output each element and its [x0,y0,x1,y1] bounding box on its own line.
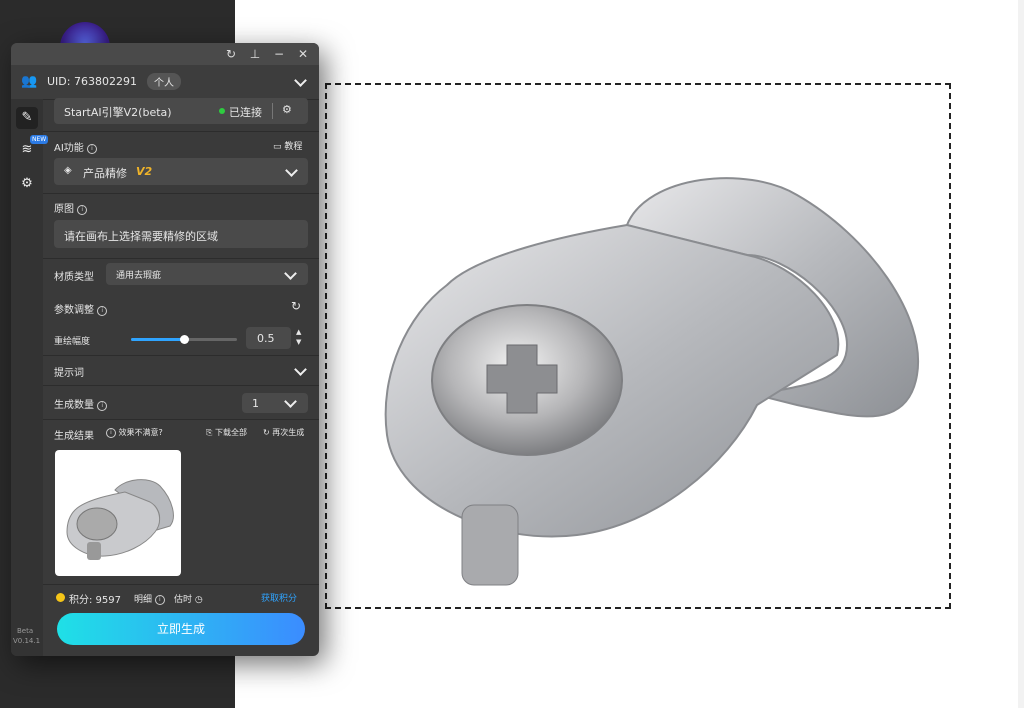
details-text: 明细 [134,595,153,605]
edit-icon[interactable]: ✎ [16,107,38,129]
plugin-panel: ↻ ⊥ − ✕ 👥 UID: 763802291 个人 ✎ ≋ NEW ⚙ Bet… [11,43,319,656]
sidebar: ✎ ≋ NEW ⚙ Beta V0.14.1 [11,99,49,656]
material-select[interactable]: 通用去瑕疵 [106,263,308,285]
title-bar: ↻ ⊥ − ✕ [11,43,319,65]
account-row[interactable]: 👥 UID: 763802291 个人 [11,65,319,100]
feedback-link[interactable]: i 效果不满意? [106,427,163,438]
version-tag: V2 [136,165,153,178]
hint-label: 提示词 [54,368,84,379]
status-dot [219,108,225,114]
uid-text: UID: 763802291 [47,75,137,88]
info-icon[interactable]: i [97,401,108,411]
divider [43,131,319,132]
original-label-text: 原图 [54,204,74,215]
params-label: 参数调整 i [54,301,108,316]
divider [43,385,319,386]
count-label-text: 生成数量 [54,400,94,411]
chevron-down-icon[interactable] [284,267,297,280]
ai-function-label-text: AI功能 [54,143,84,154]
tutorial-link[interactable]: ▭ 教程 [273,139,302,152]
count-value: 1 [252,397,259,410]
result-thumbnail[interactable] [55,450,181,576]
results-label: 生成结果 [54,431,94,442]
divider [43,419,319,420]
divider [272,103,273,119]
generate-button[interactable]: 立即生成 [57,613,305,645]
account-type-badge: 个人 [147,73,181,90]
info-icon[interactable]: i [86,144,97,154]
version-label: V0.14.1 [13,637,41,645]
generate-button-label: 立即生成 [156,622,205,636]
divider [43,258,319,259]
canvas-selection[interactable] [325,83,951,609]
regenerate-text: 再次生成 [272,428,305,437]
ai-function-label: AI功能 i [54,139,97,154]
product-image [384,177,920,586]
info-icon[interactable]: i [77,205,88,215]
stepper-icon[interactable]: ▲ ▼ [296,327,301,347]
layers-icon[interactable]: ≋ NEW [16,135,49,161]
redraw-value-input[interactable]: 0.5 [246,327,291,349]
points-coin-icon [56,593,65,602]
clock-icon: ◷ [194,595,203,605]
original-prompt-text: 请在画布上选择需要精修的区域 [64,230,218,243]
regenerate-icon: ↻ [263,428,270,437]
beta-label: Beta [17,627,34,635]
info-icon: i [154,595,165,605]
points-details-link[interactable]: 明细 i [134,592,165,605]
count-select[interactable]: 1 [242,393,308,413]
book-icon: ▭ [273,142,282,152]
chevron-down-icon[interactable] [285,164,298,177]
ai-function-select[interactable]: ◈ 产品精修 V2 [54,158,308,185]
thumbnail-image [66,479,174,560]
original-label: 原图 i [54,200,88,215]
slider-thumb[interactable] [180,335,189,344]
close-icon[interactable]: ✕ [295,46,311,62]
feedback-text: 效果不满意? [118,428,163,437]
tutorial-text: 教程 [284,142,303,152]
minimize-icon[interactable]: − [271,46,287,62]
ai-function-value: 产品精修 [83,167,127,180]
points-text: 积分: 9597 [69,595,121,606]
download-all-button[interactable]: ⎘ 下载全部 [206,427,247,438]
estimate-time-link[interactable]: 估时 ◷ [174,592,203,605]
new-badge: NEW [30,135,49,144]
redraw-slider[interactable] [131,335,237,344]
engine-settings-icon[interactable]: ⚙ [282,103,292,116]
redraw-value: 0.5 [257,332,275,345]
download-icon: ⎘ [206,428,213,437]
material-label: 材质类型 [54,272,94,283]
regenerate-button[interactable]: ↻ 再次生成 [263,427,304,438]
divider [43,355,319,356]
chevron-down-icon[interactable] [294,363,307,376]
material-value: 通用去瑕疵 [116,271,162,281]
engine-name: StartAI引擎V2(beta) [64,106,172,119]
slider-fill [131,338,184,341]
params-label-text: 参数调整 [54,305,94,316]
estimate-text: 估时 [174,595,193,605]
chevron-down-icon[interactable] [294,74,307,87]
get-points-link[interactable]: 获取积分 [261,591,297,604]
download-all-text: 下载全部 [214,428,247,437]
count-label: 生成数量 i [54,396,108,411]
refresh-icon[interactable]: ↻ [223,46,239,62]
original-prompt-box[interactable]: 请在画布上选择需要精修的区域 [54,220,308,248]
info-icon: i [106,428,116,438]
engine-row[interactable]: StartAI引擎V2(beta) 已连接 ⚙ [54,98,308,124]
users-icon: 👥 [21,74,38,89]
connection-status: 已连接 [229,106,262,119]
reset-icon[interactable]: ↻ [291,299,301,313]
settings-gear-icon[interactable]: ⚙ [16,173,38,195]
pin-icon[interactable]: ⊥ [247,46,263,62]
redraw-label: 重绘幅度 [54,337,91,347]
chevron-down-icon[interactable] [284,395,297,408]
info-icon[interactable]: i [97,306,108,316]
scroll-area [1018,0,1024,708]
product-retouch-icon: ◈ [64,165,72,176]
divider [43,584,319,585]
divider [43,193,319,194]
